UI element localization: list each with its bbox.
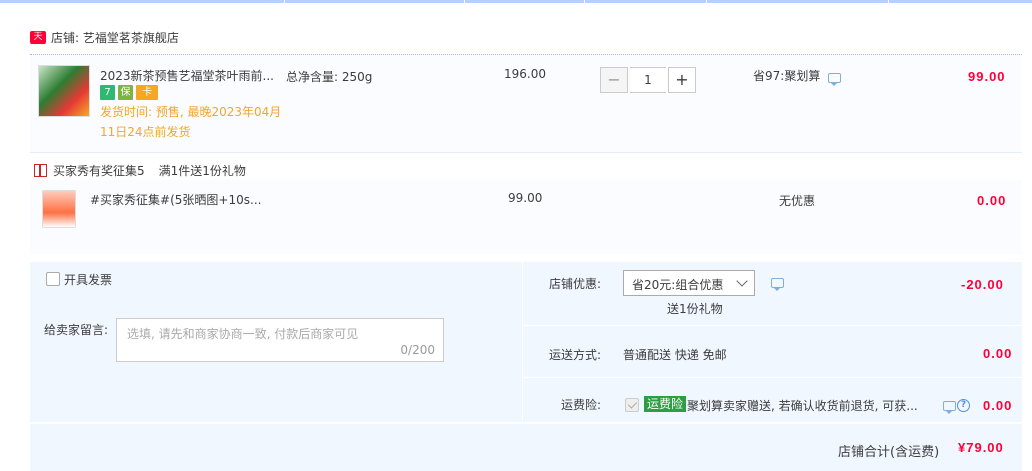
shop-name[interactable]: 店铺: 艺福堂茗茶旗舰店 — [51, 29, 179, 46]
message-placeholder: 选填, 请先和商家协商一致, 付款后商家可见 — [127, 327, 359, 341]
insurance-desc: 聚划算卖家赠送, 若确认收货前退货, 可获... — [687, 399, 918, 413]
ship-time: 发货时间: 预售, 最晚2023年04月11日24点前发货 — [100, 105, 282, 139]
product-spec: 总净含量: 250g — [286, 70, 373, 84]
invoice-label[interactable]: 开具发票 — [64, 271, 112, 288]
cart-item: 2023新茶预售艺福堂茶叶雨前... 7 保 卡 发货时间: 预售, 最晚202… — [30, 54, 1022, 152]
product-title[interactable]: 2023新茶预售艺福堂茶叶雨前... — [100, 67, 274, 84]
shop-discount-label: 店铺优惠: — [549, 277, 602, 291]
shipping-label: 运送方式: — [549, 348, 602, 362]
card-payment-icon[interactable]: 卡 — [136, 85, 158, 100]
chevron-down-icon — [736, 275, 748, 287]
gift-icon — [34, 163, 47, 177]
gift-title[interactable]: #买家秀征集#(5张晒图+10s... — [90, 191, 261, 208]
item-subtotal: 99.00 — [968, 69, 1006, 84]
gift-note: 送1份礼物 — [667, 302, 723, 316]
discount-info: 无优惠 — [779, 194, 816, 208]
insurance-checkbox[interactable] — [625, 398, 639, 412]
shop-header: 天猫 店铺: 艺福堂茗茶旗舰店 — [30, 28, 179, 55]
discount-info: 省97:聚划算 — [753, 69, 821, 83]
unit-price: 99.00 — [508, 191, 543, 205]
shop-discount-amount: -20.00 — [961, 277, 1004, 292]
comment-icon[interactable] — [943, 401, 956, 414]
shop-discount-value: 省20元:组合优惠 — [632, 278, 724, 292]
comment-icon[interactable] — [771, 278, 784, 291]
invoice-checkbox[interactable] — [46, 272, 60, 286]
guarantee-icon[interactable]: 保 — [118, 85, 133, 100]
shop-total-bar: 店铺合计(含运费) ¥79.00 — [30, 424, 1022, 471]
message-input[interactable]: 选填, 请先和商家协商一致, 付款后商家可见 0/200 — [116, 318, 444, 362]
gift-promo: 买家秀有奖征集5 满1件送1份礼物 — [34, 162, 246, 178]
order-summary: 店铺优惠: 省20元:组合优惠 送1份礼物 -20.00 运送方式: 普通配送 … — [523, 262, 1022, 422]
cart-item: #买家秀征集#(5张晒图+10s... 99.00 无优惠 0.00 — [30, 180, 1022, 254]
increase-button[interactable]: + — [668, 67, 696, 93]
shop-discount-select[interactable]: 省20元:组合优惠 — [623, 270, 755, 296]
quantity-input[interactable]: 1 — [630, 67, 666, 93]
message-count: 0/200 — [400, 343, 435, 357]
gift-thumbnail[interactable] — [42, 190, 76, 228]
comment-icon[interactable] — [828, 73, 841, 86]
insurance-row: 运费险: 运费险 聚划算卖家赠送, 若确认收货前退货, 可获... ? 0.00 — [523, 378, 1022, 422]
shop-total-amount: ¥79.00 — [958, 440, 1004, 455]
insurance-label: 运费险: — [561, 398, 602, 412]
message-label: 给卖家留言: — [44, 323, 109, 337]
product-thumbnail[interactable] — [38, 65, 90, 117]
seven-day-return-icon[interactable]: 7 — [100, 85, 115, 100]
unit-price: 196.00 — [504, 67, 546, 81]
item-subtotal: 0.00 — [977, 193, 1007, 208]
shop-total-label: 店铺合计(含运费) — [838, 445, 940, 460]
quantity-stepper: − 1 + — [600, 67, 696, 93]
divider — [30, 152, 1022, 153]
insurance-tag: 运费险 — [644, 396, 687, 412]
shop-discount-row: 店铺优惠: 省20元:组合优惠 送1份礼物 -20.00 — [523, 262, 1022, 326]
tmall-icon: 天猫 — [30, 30, 46, 55]
gift-promo-rule: 满1件送1份礼物 — [158, 163, 246, 178]
shipping-value: 普通配送 快递 免邮 — [623, 348, 727, 362]
gift-promo-label: 买家秀有奖征集5 — [53, 163, 145, 178]
insurance-amount: 0.00 — [983, 398, 1013, 413]
shipping-amount: 0.00 — [983, 346, 1013, 361]
help-icon[interactable]: ? — [957, 399, 970, 412]
column-header-bar — [0, 0, 1032, 3]
shipping-row: 运送方式: 普通配送 快递 免邮 0.00 — [523, 326, 1022, 378]
order-options: 开具发票 给卖家留言: 选填, 请先和商家协商一致, 付款后商家可见 0/200 — [30, 262, 522, 422]
decrease-button[interactable]: − — [600, 67, 628, 93]
